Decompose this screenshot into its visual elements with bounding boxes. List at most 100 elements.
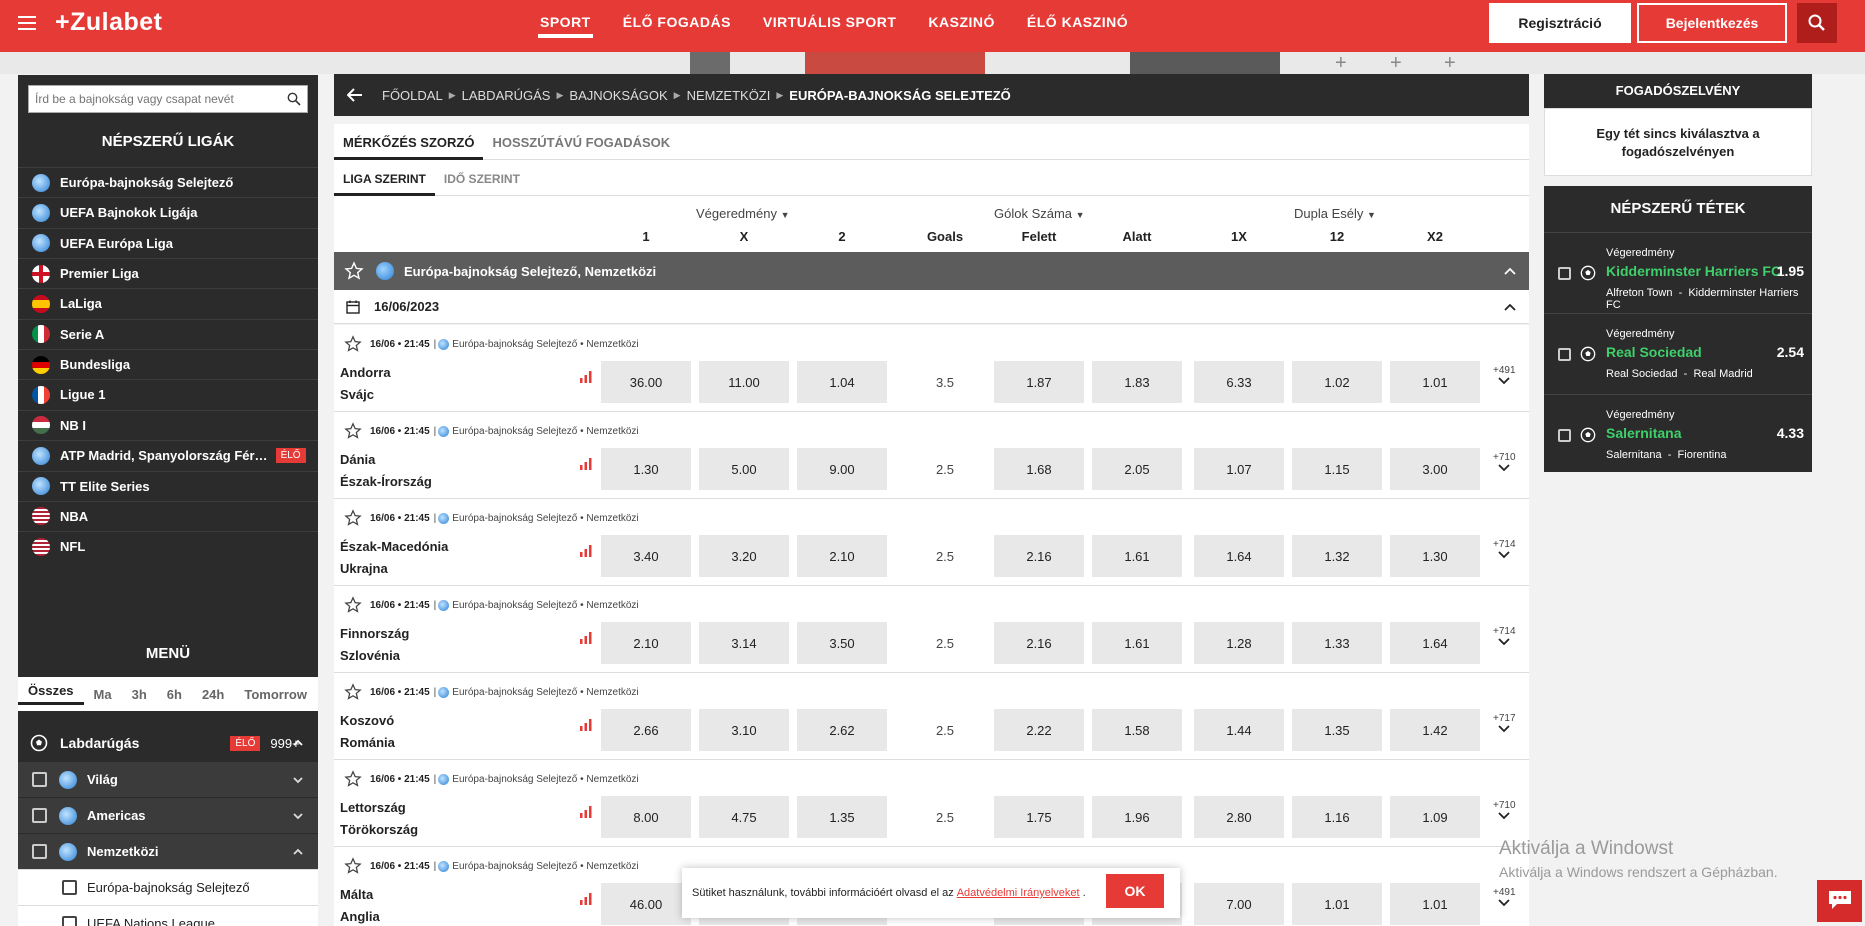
away-team[interactable]: Ukrajna xyxy=(340,561,388,576)
back-button[interactable] xyxy=(334,74,376,116)
odds-button[interactable]: 1.35 xyxy=(1292,709,1382,751)
chevron-up-icon[interactable] xyxy=(292,737,304,749)
odds-button[interactable]: 2.05 xyxy=(1092,448,1182,490)
stats-icon[interactable] xyxy=(580,545,592,557)
chat-button[interactable] xyxy=(1817,880,1862,922)
odds-button[interactable]: 2.22 xyxy=(994,709,1084,751)
chevron-up-icon[interactable] xyxy=(1503,300,1517,314)
more-markets[interactable]: +491 xyxy=(1493,365,1516,389)
region-checkbox[interactable] xyxy=(32,844,47,859)
away-team[interactable]: Törökország xyxy=(340,822,418,837)
bet-checkbox[interactable] xyxy=(1558,348,1571,361)
odds-button[interactable]: 1.96 xyxy=(1092,796,1182,838)
odds-button[interactable]: 1.35 xyxy=(797,796,887,838)
home-team[interactable]: Lettország xyxy=(340,800,406,815)
odds-button[interactable]: 2.16 xyxy=(994,622,1084,664)
odds-button[interactable]: 3.00 xyxy=(1390,448,1480,490)
home-team[interactable]: Észak-Macedónia xyxy=(340,539,448,554)
odds-button[interactable]: 1.16 xyxy=(1292,796,1382,838)
tab-match-odds[interactable]: MÉRKŐZÉS SZORZÓ xyxy=(334,124,484,160)
away-team[interactable]: Szlovénia xyxy=(340,648,400,663)
odds-button[interactable]: 1.04 xyxy=(797,361,887,403)
odds-button[interactable]: 1.01 xyxy=(1292,883,1382,925)
odds-button[interactable]: 3.10 xyxy=(699,709,789,751)
odds-button[interactable]: 1.01 xyxy=(1390,883,1480,925)
odds-button[interactable]: 1.28 xyxy=(1194,622,1284,664)
cookie-ok-button[interactable]: OK xyxy=(1106,874,1164,908)
star-icon[interactable] xyxy=(344,509,362,527)
crumb-home[interactable]: FŐOLDAL xyxy=(382,88,443,103)
odds-button[interactable]: 1.33 xyxy=(1292,622,1382,664)
stats-icon[interactable] xyxy=(580,371,592,383)
filter-6h[interactable]: 6h xyxy=(157,687,192,702)
odds-button[interactable]: 11.00 xyxy=(699,361,789,403)
odds-button[interactable]: 1.68 xyxy=(994,448,1084,490)
popular-league-item[interactable]: Premier Liga xyxy=(18,258,318,288)
competition-item[interactable]: Európa-bajnokság Selejtező xyxy=(18,869,318,905)
popular-league-item[interactable]: Bundesliga xyxy=(18,349,318,379)
odds-button[interactable]: 8.00 xyxy=(601,796,691,838)
odds-button[interactable]: 2.80 xyxy=(1194,796,1284,838)
popular-league-item[interactable]: Serie A xyxy=(18,318,318,349)
odds-button[interactable]: 1.01 xyxy=(1390,361,1480,403)
filter-3h[interactable]: 3h xyxy=(122,687,157,702)
chevron-down-icon[interactable] xyxy=(292,810,304,822)
odds-button[interactable]: 6.33 xyxy=(1194,361,1284,403)
odds-button[interactable]: 3.20 xyxy=(699,535,789,577)
group-result-dropdown[interactable]: Végeredmény ▼ xyxy=(696,206,790,221)
logo[interactable]: +Zulabet xyxy=(55,8,163,37)
odds-button[interactable]: 1.58 xyxy=(1092,709,1182,751)
away-team[interactable]: Anglia xyxy=(340,909,380,924)
stats-icon[interactable] xyxy=(580,719,592,731)
odds-button[interactable]: 1.64 xyxy=(1390,622,1480,664)
odds-button[interactable]: 1.32 xyxy=(1292,535,1382,577)
tab-outrights[interactable]: HOSSZÚTÁVÚ FOGADÁSOK xyxy=(483,124,679,160)
star-icon[interactable] xyxy=(344,335,362,353)
odds-button[interactable]: 1.09 xyxy=(1390,796,1480,838)
nav-casino[interactable]: KASZINÓ xyxy=(928,0,995,52)
register-button[interactable]: Regisztráció xyxy=(1489,3,1631,43)
region-item[interactable]: Világ xyxy=(18,761,318,797)
star-icon[interactable] xyxy=(344,770,362,788)
league-header[interactable]: Európa-bajnokság Selejtező, Nemzetközi xyxy=(334,252,1529,290)
home-team[interactable]: Finnország xyxy=(340,626,409,641)
odds-button[interactable]: 1.07 xyxy=(1194,448,1284,490)
more-markets[interactable]: +710 xyxy=(1493,452,1516,476)
filter-all[interactable]: Összes xyxy=(18,683,84,705)
more-markets[interactable]: +491 xyxy=(1493,887,1516,911)
odds-button[interactable]: 1.15 xyxy=(1292,448,1382,490)
odds-button[interactable]: 1.83 xyxy=(1092,361,1182,403)
popular-bet-item[interactable]: Végeredmény Real Sociedad 2.54 Real Socieda… xyxy=(1544,313,1812,393)
odds-button[interactable]: 1.87 xyxy=(994,361,1084,403)
bet-checkbox[interactable] xyxy=(1558,429,1571,442)
odds-button[interactable]: 1.30 xyxy=(1390,535,1480,577)
stats-icon[interactable] xyxy=(580,458,592,470)
nav-live-casino[interactable]: ÉLŐ KASZINÓ xyxy=(1027,0,1128,52)
region-checkbox[interactable] xyxy=(32,808,47,823)
popular-league-item[interactable]: NBA xyxy=(18,500,318,531)
star-icon[interactable] xyxy=(344,422,362,440)
odds-button[interactable]: 2.66 xyxy=(601,709,691,751)
odds-button[interactable]: 9.00 xyxy=(797,448,887,490)
popular-league-item[interactable]: Európa-bajnokság Selejtező xyxy=(18,167,318,197)
popular-league-item[interactable]: UEFA Európa Liga xyxy=(18,227,318,258)
odds-button[interactable]: 2.10 xyxy=(797,535,887,577)
sport-football[interactable]: Labdarúgás ÉLŐ 999+ xyxy=(18,725,318,761)
star-icon[interactable] xyxy=(344,596,362,614)
popular-league-item[interactable]: NFL xyxy=(18,531,318,561)
chevron-down-icon[interactable] xyxy=(292,774,304,786)
popular-league-item[interactable]: LaLiga xyxy=(18,288,318,318)
home-team[interactable]: Málta xyxy=(340,887,373,902)
star-icon[interactable] xyxy=(344,857,362,875)
more-markets[interactable]: +714 xyxy=(1493,539,1516,563)
crumb-leagues[interactable]: BAJNOKSÁGOK xyxy=(569,88,667,103)
stats-icon[interactable] xyxy=(580,893,592,905)
odds-button[interactable]: 4.75 xyxy=(699,796,789,838)
more-markets[interactable]: +714 xyxy=(1493,626,1516,650)
odds-button[interactable]: 7.00 xyxy=(1194,883,1284,925)
odds-button[interactable]: 1.61 xyxy=(1092,622,1182,664)
odds-button[interactable]: 46.00 xyxy=(601,883,691,925)
odds-button[interactable]: 2.10 xyxy=(601,622,691,664)
menu-icon[interactable] xyxy=(18,16,36,30)
odds-button[interactable]: 2.16 xyxy=(994,535,1084,577)
